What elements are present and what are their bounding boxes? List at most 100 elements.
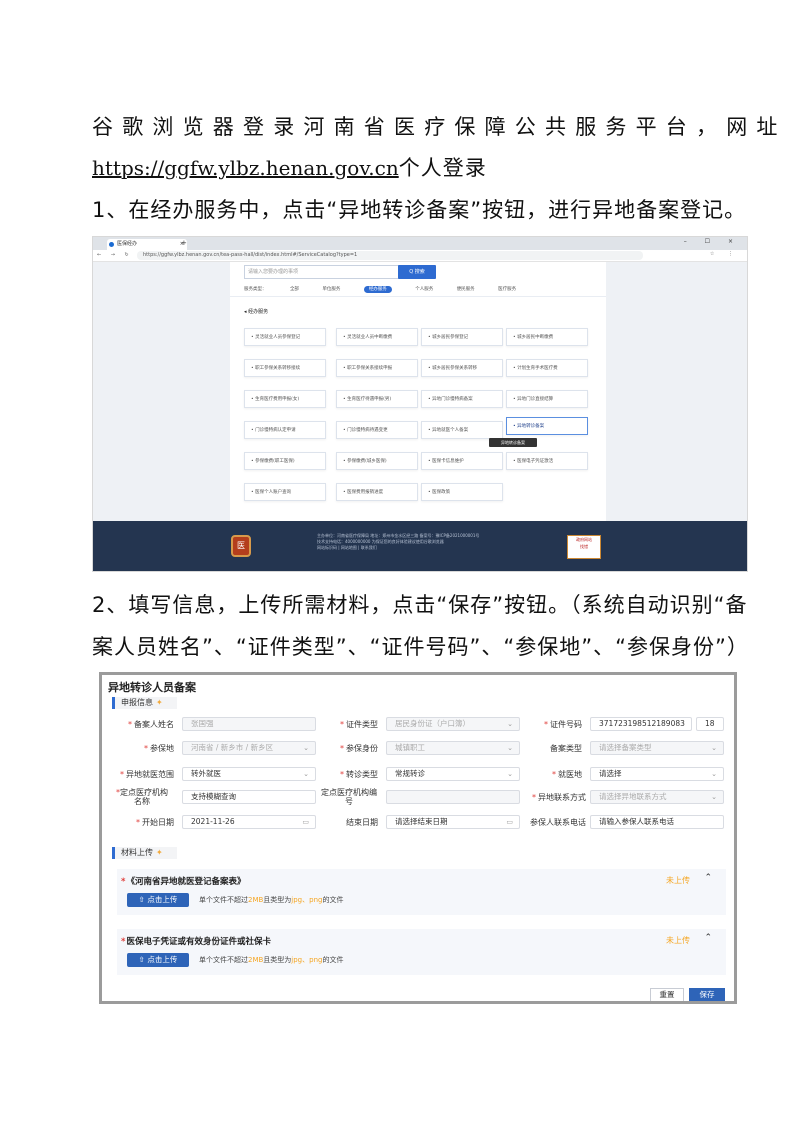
tab-unit-service[interactable]: 单位服务: [322, 287, 340, 292]
form-title: 异地转诊人员备案: [108, 681, 196, 694]
service-item[interactable]: • 生育医疗待遇申报(男): [336, 390, 418, 408]
service-item-referral-filing[interactable]: • 异地转诊备案: [506, 417, 588, 435]
url-paragraph: https://ggfw.ylbz.henan.gov.cn个人登录: [92, 152, 487, 182]
referral-type-label: * 转诊类型: [340, 770, 378, 779]
insured-identity-select[interactable]: 城镇职工 ⌄: [386, 741, 520, 755]
service-item[interactable]: • 门诊慢特病待遇变更: [336, 421, 418, 439]
service-item[interactable]: • 城乡居民参保关系转移: [421, 359, 503, 377]
chevron-down-icon: ⌄: [507, 744, 513, 752]
tab-all[interactable]: 全部: [290, 287, 299, 292]
service-item[interactable]: • 异地门诊直接结算: [506, 390, 588, 408]
insured-place-select[interactable]: 河南省 / 新乡市 / 新乡区 ⌄: [182, 741, 316, 755]
reset-button[interactable]: 重置: [650, 988, 684, 1001]
service-item[interactable]: • 灵活就业人员中断缴费: [336, 328, 418, 346]
upload-card-id-document: *医保电子凭证或有效身份证件或社保卡 未上传 ⌃ ⇧ 点击上传 单个文件不超过2…: [117, 929, 726, 975]
medical-scope-select[interactable]: 转外就医 ⌄: [182, 767, 316, 781]
section-title: ◂ 经办服务: [244, 309, 269, 315]
chevron-down-icon: ⌄: [507, 770, 513, 778]
idno-label: * 证件号码: [544, 720, 582, 729]
chevron-down-icon: ⌄: [711, 744, 717, 752]
contact-phone-label: 参保人联系电话: [530, 818, 586, 827]
service-item[interactable]: • 医保个人账户查询: [244, 483, 326, 501]
upload-button[interactable]: ⇧ 点击上传: [127, 893, 189, 907]
idno-field[interactable]: 371723198512189083: [590, 717, 692, 731]
service-item[interactable]: • 门诊慢特病认定申请: [244, 421, 326, 439]
chevron-up-icon[interactable]: ⌃: [704, 933, 712, 943]
upload-button[interactable]: ⇧ 点击上传: [127, 953, 189, 967]
site-footer: 医 主办单位：河南省医疗保障局 地址：郑州市金水区经三路 备案号：豫ICP备20…: [93, 521, 747, 571]
new-tab-icon[interactable]: +: [181, 239, 187, 247]
service-item[interactable]: • 城乡居民中断缴费: [506, 328, 588, 346]
platform-url-link[interactable]: https://ggfw.ylbz.henan.gov.cn: [92, 156, 399, 180]
idno-extra-field[interactable]: 18: [696, 717, 724, 731]
chevron-down-icon: ⌄: [507, 720, 513, 728]
section-header-upload: 材料上传 ✦: [112, 847, 177, 859]
inst-code-field[interactable]: [386, 790, 520, 804]
chevron-up-icon[interactable]: ⌃: [704, 873, 712, 883]
inst-name-label: *定点医疗机构 名称: [116, 788, 168, 806]
intro-paragraph: 谷歌浏览器登录河南省医疗保障公共服务平台，网址: [92, 115, 787, 139]
name-field[interactable]: 张国强: [182, 717, 316, 731]
tab-convenience-service[interactable]: 便民服务: [457, 287, 475, 292]
divider: [230, 296, 606, 297]
idtype-select[interactable]: 居民身份证（户口簿） ⌄: [386, 717, 520, 731]
service-item[interactable]: • 异地就医个人备案: [421, 421, 503, 439]
inst-code-label: 定点医疗机构编号: [321, 788, 377, 806]
medical-place-select[interactable]: 请选择 ⌄: [590, 767, 724, 781]
browser-menu-icon[interactable]: ☆ ⋮: [710, 251, 739, 257]
service-panel: 请输入您要办理的事项 Q 搜索 服务类型： 全部 单位服务 经办服务 个人服务 …: [230, 262, 606, 521]
save-button[interactable]: 保存: [689, 988, 725, 1001]
tab-medical-service[interactable]: 医疗服务: [498, 287, 516, 292]
tab-handling-service[interactable]: 经办服务: [363, 286, 392, 293]
site-favicon-icon: [109, 242, 114, 247]
address-bar-row: ← → ↻ ⌂ https://ggfw.ylbz.henan.gov.cn/t…: [93, 250, 747, 262]
service-item[interactable]: • 职工参保关系接续申报: [336, 359, 418, 377]
contact-phone-field[interactable]: 请输入参保人联系电话: [590, 815, 724, 829]
browser-tab[interactable]: 医保经办 ×: [107, 239, 187, 250]
service-item[interactable]: • 参保缴费(职工医保): [244, 452, 326, 470]
search-input[interactable]: 请输入您要办理的事项: [244, 265, 399, 279]
chevron-down-icon: ⌄: [711, 793, 717, 801]
tab-personal-service[interactable]: 个人服务: [415, 287, 433, 292]
start-date-label: * 开始日期: [136, 818, 174, 827]
category-tabs: 服务类型： 全部 单位服务 经办服务 个人服务 便民服务 医疗服务: [244, 286, 538, 293]
service-item[interactable]: • 参保缴费(城乡医保): [336, 452, 418, 470]
service-item[interactable]: • 医保政策: [421, 483, 503, 501]
upload-hint: 单个文件不超过2MB且类型为jpg、png的文件: [199, 956, 344, 964]
star-icon: ✦: [156, 698, 163, 707]
footer-text: 主办单位：河南省医疗保障局 地址：郑州市金水区经三路 备案号：豫ICP备2021…: [317, 533, 480, 550]
service-item[interactable]: • 医保电子凭证激活: [506, 452, 588, 470]
service-item[interactable]: • 生育医疗费用申报(女): [244, 390, 326, 408]
medical-insurance-emblem-icon: 医: [231, 535, 251, 557]
service-item[interactable]: • 城乡居民参保登记: [421, 328, 503, 346]
service-tooltip: 异地转诊备案: [489, 438, 537, 447]
referral-type-select[interactable]: 常规转诊 ⌄: [386, 767, 520, 781]
star-icon: ✦: [156, 848, 163, 857]
browser-url-input[interactable]: https://ggfw.ylbz.henan.gov.cn/tea-pass-…: [137, 251, 643, 260]
name-label: * 备案人姓名: [128, 720, 174, 729]
search-button[interactable]: Q 搜索: [398, 265, 436, 279]
calendar-icon: ▭: [506, 818, 513, 826]
service-item[interactable]: • 计划生育手术医疗费: [506, 359, 588, 377]
contact-method-select[interactable]: 请选择异地联系方式 ⌄: [590, 790, 724, 804]
tab-title: 医保经办: [117, 241, 138, 247]
service-item[interactable]: • 医保费用报销进度: [336, 483, 418, 501]
service-item[interactable]: • 异地门诊慢特病备案: [421, 390, 503, 408]
insured-place-label: * 参保地: [144, 744, 174, 753]
medical-scope-label: * 异地就医范围: [120, 770, 174, 779]
service-item[interactable]: • 职工参保关系转移接续: [244, 359, 326, 377]
step1-paragraph: 1、在经办服务中，点击“异地转诊备案”按钮，进行异地备案登记。: [92, 198, 747, 222]
service-item[interactable]: • 医保卡信息维护: [421, 452, 503, 470]
upload-status: 未上传: [666, 876, 690, 885]
url-suffix: 个人登录: [398, 156, 487, 180]
idtype-label: * 证件类型: [340, 720, 378, 729]
window-controls[interactable]: – ☐ ×: [684, 238, 741, 245]
chevron-down-icon: ⌄: [711, 770, 717, 778]
start-date-field[interactable]: 2021-11-26 ▭: [182, 815, 316, 829]
upload-hint: 单个文件不超过2MB且类型为jpg、png的文件: [199, 896, 344, 904]
inst-name-field[interactable]: 支持模糊查询: [182, 790, 316, 804]
service-item[interactable]: • 灵活就业人员参保登记: [244, 328, 326, 346]
end-date-field[interactable]: 请选择结束日期 ▭: [386, 815, 520, 829]
government-site-badge-icon[interactable]: 政府网站 找错: [567, 535, 601, 559]
filing-type-select[interactable]: 请选择备案类型 ⌄: [590, 741, 724, 755]
